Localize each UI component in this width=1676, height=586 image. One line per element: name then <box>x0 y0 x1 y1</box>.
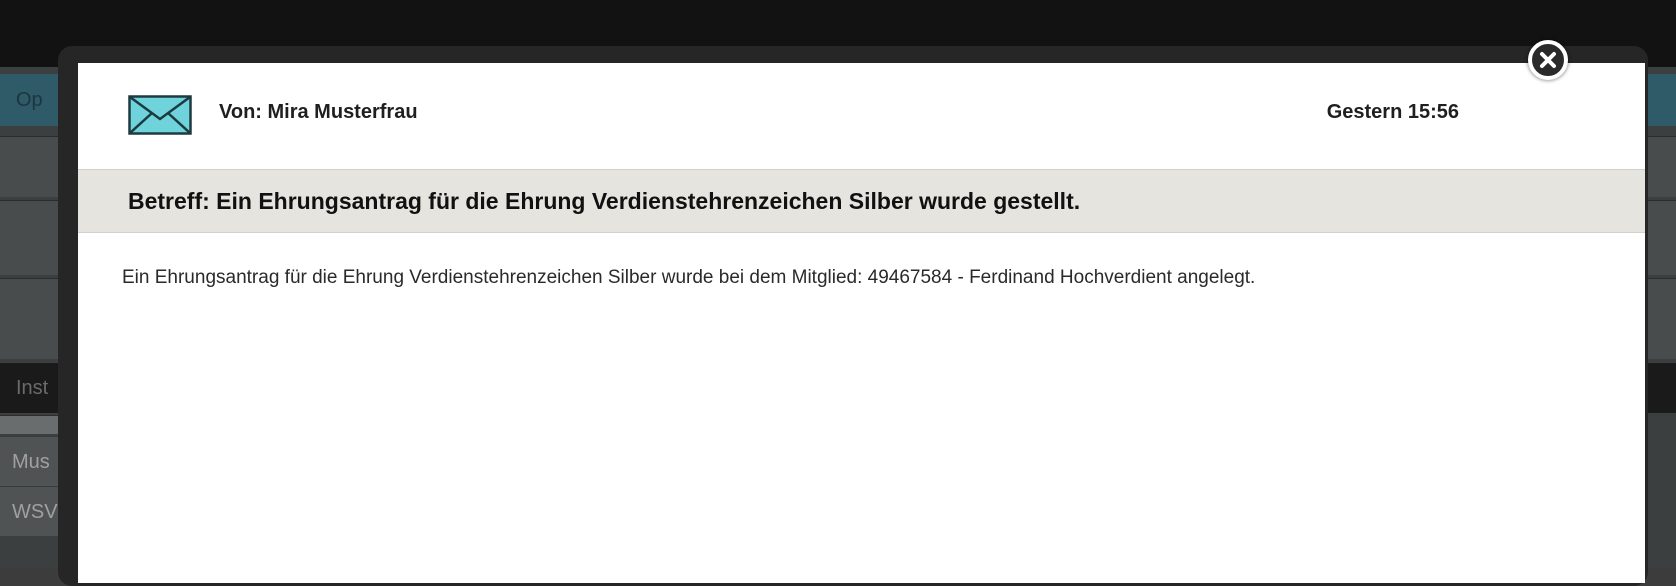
message-sender: Von: Mira Musterfrau <box>219 101 418 123</box>
message-dialog: Von: Mira Musterfrau Gestern 15:56 Betre… <box>78 63 1645 583</box>
message-body: Ein Ehrungsantrag für die Ehrung Verdien… <box>122 267 1256 288</box>
message-subject-bar: Betreff: Ein Ehrungsantrag für die Ehrun… <box>78 169 1645 233</box>
message-header: Von: Mira Musterfrau Gestern 15:56 <box>78 63 1645 169</box>
close-button[interactable] <box>1528 40 1568 80</box>
envelope-icon <box>128 95 192 135</box>
close-icon <box>1540 52 1556 68</box>
message-timestamp: Gestern 15:56 <box>1326 101 1459 123</box>
message-subject: Betreff: Ein Ehrungsantrag für die Ehrun… <box>128 188 1081 214</box>
